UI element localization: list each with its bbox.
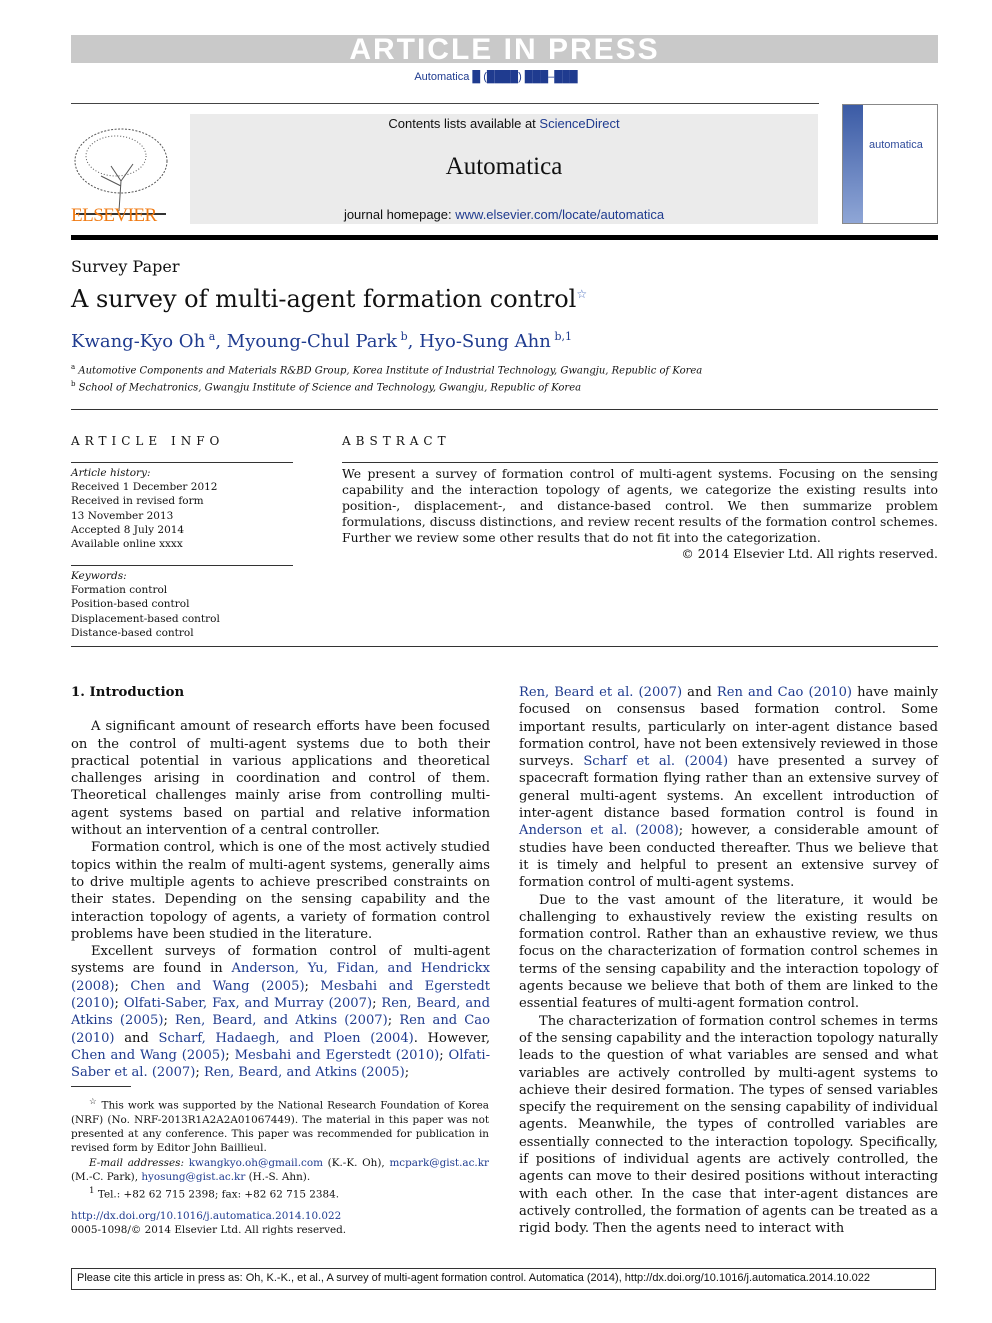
journal-reference[interactable]: Automatica █ (████) ███–███ [0, 71, 992, 83]
paragraph: A significant amount of research efforts… [71, 718, 490, 839]
title-text: A survey of multi-agent formation contro… [71, 285, 577, 313]
citation-link[interactable]: Mesbahi and Egerstedt (2010) [235, 1048, 440, 1063]
history-label: Article history: [71, 467, 151, 479]
contents-label: Contents lists available at [388, 116, 540, 131]
paragraph-text: and [114, 1030, 159, 1046]
citation-link[interactable]: Olfati-Saber, Fax, and Murray (2007) [124, 996, 372, 1011]
homepage-link[interactable]: www.elsevier.com/locate/automatica [455, 207, 664, 222]
citation-link[interactable]: Chen and Wang (2005) [71, 1048, 225, 1063]
paragraph-text: ; [439, 1047, 449, 1063]
section-heading: 1. Introduction [71, 685, 185, 700]
citation-link[interactable]: Ren, Beard, and Atkins (2007) [175, 1013, 388, 1028]
author[interactable]: Hyo-Sung Ahn b,1 [419, 330, 572, 352]
keywords-label: Keywords: [71, 570, 127, 582]
homepage-label: journal homepage: [343, 207, 456, 222]
doi-link[interactable]: http://dx.doi.org/10.1016/j.automatica.2… [71, 1210, 341, 1222]
paragraph-text: ; [404, 1065, 410, 1081]
author-list: Kwang-Kyo Oh a, Myoung-Chul Park b, Hyo-… [71, 330, 572, 352]
journal-cover[interactable]: automatica [842, 104, 938, 224]
paragraph-text: ; [372, 996, 382, 1012]
article-info-heading: ARTICLE INFO [71, 434, 225, 448]
article-title: A survey of multi-agent formation contro… [71, 285, 587, 313]
email-link[interactable]: hyosung@gist.ac.kr [141, 1171, 245, 1183]
author[interactable]: Kwang-Kyo Oh a [71, 330, 215, 352]
divider [71, 462, 293, 463]
author[interactable]: Myoung-Chul Park b [227, 330, 408, 352]
divider [71, 409, 938, 410]
citation-link[interactable]: Anderson et al. (2008) [519, 823, 679, 838]
abstract-heading: ABSTRACT [342, 434, 451, 448]
paragraph: Excellent surveys of formation control o… [71, 943, 490, 1081]
footnotes: ☆ This work was supported by the Nationa… [71, 1095, 489, 1202]
issn: 0005-1098/© 2014 Elsevier Ltd. All right… [71, 1224, 347, 1237]
paragraph-text: ; [114, 978, 131, 994]
right-column: Ren, Beard et al. (2007) and Ren and Cao… [519, 684, 938, 1238]
left-column: 1. Introduction A significant amount of … [71, 684, 490, 1082]
paragraph-text: ; [304, 978, 321, 994]
citation-link[interactable]: Ren, Beard, and Atkins (2005) [204, 1065, 405, 1080]
paragraph-text: Due to the vast amount of the literature… [519, 892, 938, 1012]
paragraph-text: ; [114, 996, 124, 1012]
paragraph-text: The characterization of formation contro… [519, 1013, 938, 1237]
email-link[interactable]: mcpark@gist.ac.kr [389, 1157, 489, 1169]
paragraph-text: . However, [413, 1030, 490, 1046]
article-type: Survey Paper [71, 257, 180, 276]
citation-link[interactable]: Chen and Wang (2005) [130, 979, 304, 994]
citation-link[interactable]: Ren and Cao (2010) [717, 685, 852, 700]
article-history: Article history: Received 1 December 201… [71, 467, 218, 551]
cover-title: automatica [869, 139, 923, 151]
tel-footnote: 1 Tel.: +82 62 715 2398; fax: +82 62 715… [89, 1186, 340, 1201]
copyright: © 2014 Elsevier Ltd. All rights reserved… [681, 546, 938, 561]
paragraph-text: A significant amount of research efforts… [71, 719, 490, 839]
header-rule [71, 235, 938, 240]
homepage-line: journal homepage: www.elsevier.com/locat… [190, 207, 818, 222]
paragraph-text: ; [225, 1047, 235, 1063]
footnote-rule [71, 1086, 131, 1087]
paragraph: Formation control, which is one of the m… [71, 839, 490, 943]
title-footnote-star[interactable]: ☆ [576, 287, 587, 301]
contents-line: Contents lists available at ScienceDirec… [190, 116, 818, 131]
paragraph-text: Formation control, which is one of the m… [71, 840, 490, 942]
article-in-press-banner: ARTICLE IN PRESS [71, 35, 938, 65]
keywords: Keywords: Formation control Position-base… [71, 570, 220, 639]
cover-strip [843, 105, 863, 223]
divider [71, 646, 938, 647]
email-footnote: E-mail addresses: kwangkyo.oh@gmail.com … [71, 1156, 489, 1183]
abstract-text: We present a survey of formation control… [342, 466, 938, 545]
paragraph-text: ; [163, 1013, 176, 1029]
affiliation: b School of Mechatronics, Gwangju Instit… [71, 380, 582, 394]
paragraph: The characterization of formation contro… [519, 1013, 938, 1238]
citation-link[interactable]: Scharf et al. (2004) [583, 754, 728, 769]
paragraph-text: ; [195, 1065, 204, 1081]
elsevier-wordmark: ELSEVIER [71, 205, 157, 226]
paragraph: Due to the vast amount of the literature… [519, 892, 938, 1013]
paragraph: Ren, Beard et al. (2007) and Ren and Cao… [519, 684, 938, 892]
affiliation: a Automotive Components and Materials R&… [71, 363, 703, 377]
citation-link[interactable]: Scharf, Hadaegh, and Ploen (2004) [158, 1031, 413, 1046]
sciencedirect-link[interactable]: ScienceDirect [539, 116, 619, 131]
divider [342, 462, 938, 463]
paragraph-text: and [682, 685, 717, 700]
divider [71, 103, 819, 104]
funding-footnote: ☆ This work was supported by the Nationa… [71, 1097, 489, 1155]
paragraph-text: ; [387, 1013, 400, 1029]
divider [71, 565, 293, 566]
doi-block: http://dx.doi.org/10.1016/j.automatica.2… [71, 1209, 346, 1238]
email-link[interactable]: kwangkyo.oh@gmail.com [189, 1157, 323, 1169]
cite-bar: Please cite this article in press as: Oh… [71, 1268, 936, 1290]
journal-title: Automatica [445, 153, 563, 180]
citation-link[interactable]: Ren, Beard et al. (2007) [519, 685, 682, 700]
